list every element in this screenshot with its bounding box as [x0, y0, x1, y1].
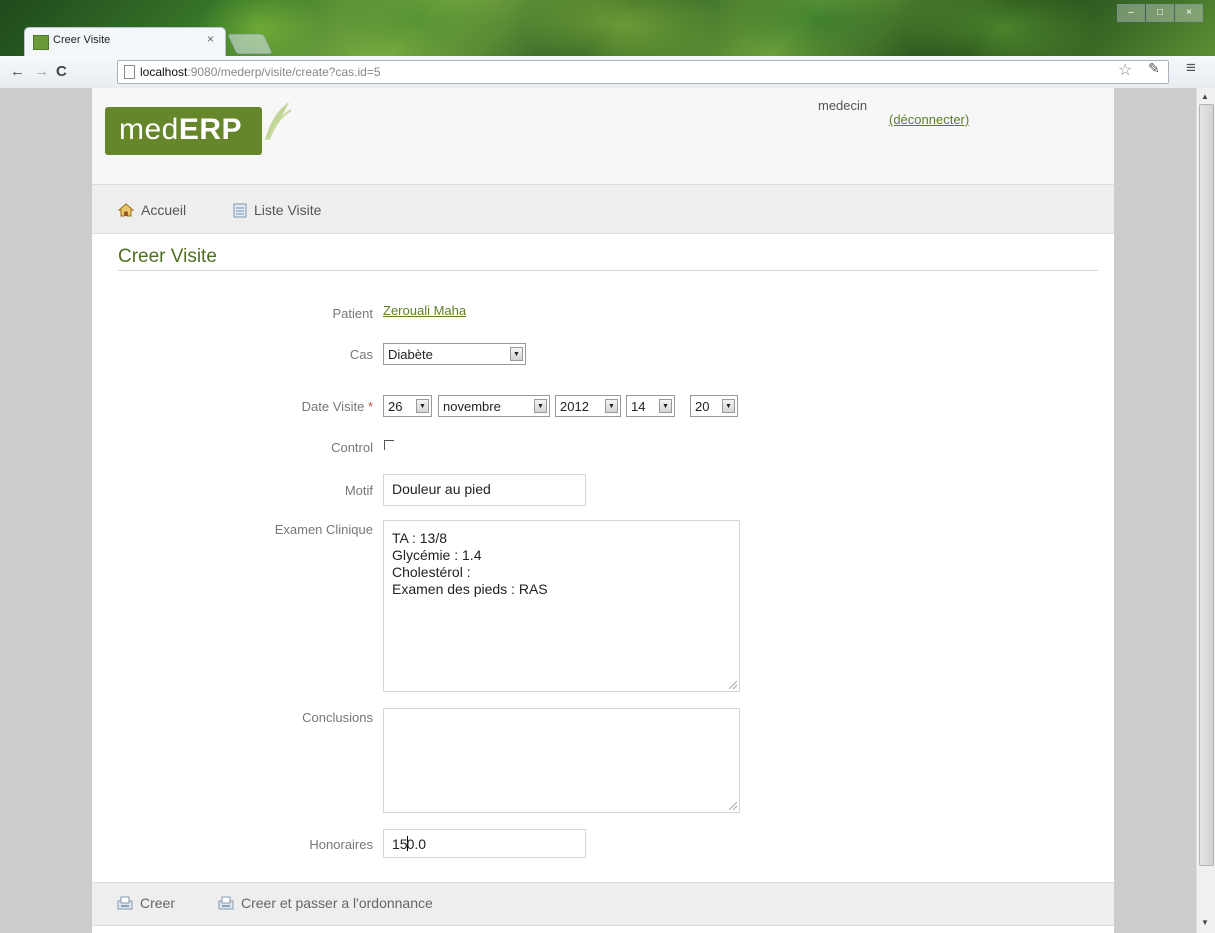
date-minute-select[interactable]: 20 ▼: [690, 395, 738, 417]
username-label: medecin: [818, 98, 868, 113]
date-minute-value: 20: [695, 399, 710, 414]
patient-link[interactable]: Zerouali Maha: [383, 303, 466, 318]
back-arrow-icon[interactable]: ←: [10, 63, 25, 80]
examen-line: TA : 13/8: [392, 530, 447, 546]
cas-select[interactable]: Diabète ▼: [383, 343, 526, 365]
control-checkbox[interactable]: [384, 440, 394, 450]
chevron-down-icon: ▼: [722, 399, 735, 413]
motif-label: Motif: [344, 483, 373, 498]
cas-select-value: Diabète: [388, 347, 433, 362]
date-month-select[interactable]: novembre ▼: [438, 395, 550, 417]
honoraires-input[interactable]: 150.0: [383, 829, 586, 858]
honoraires-value-before-caret: 15: [392, 836, 408, 852]
logo-text: medERP: [119, 113, 242, 147]
patient-label: Patient: [332, 306, 373, 321]
logo-text-bold: ERP: [178, 113, 243, 146]
new-tab-button[interactable]: [227, 34, 273, 54]
chevron-down-icon: ▼: [605, 399, 618, 413]
chevron-down-icon: ▼: [534, 399, 547, 413]
logout-link[interactable]: (déconnecter): [889, 112, 969, 127]
resize-grip-icon[interactable]: [729, 681, 737, 689]
create-button-label: Creer: [140, 895, 176, 911]
list-icon: [233, 203, 247, 218]
extension-icon[interactable]: ✎: [1148, 60, 1160, 77]
close-window-button[interactable]: ×: [1175, 4, 1203, 22]
window-controls: – □ ×: [1117, 4, 1203, 22]
required-marker: *: [367, 399, 373, 414]
maximize-button[interactable]: □: [1146, 4, 1174, 22]
url-host: localhost: [140, 65, 188, 79]
date-year-select[interactable]: 2012 ▼: [555, 395, 621, 417]
date-visite-label: Date Visite *: [143, 399, 373, 414]
page-icon: [124, 65, 135, 79]
url-text: localhost:9080/mederp/visite/create?cas.…: [140, 65, 381, 79]
address-bar[interactable]: localhost:9080/mederp/visite/create?cas.…: [117, 60, 1169, 84]
tab-close-icon[interactable]: ×: [207, 32, 214, 46]
scroll-up-arrow-icon[interactable]: ▲: [1201, 92, 1209, 101]
logo-leaf-icon: [265, 102, 292, 141]
date-day-select[interactable]: 26 ▼: [383, 395, 432, 417]
examen-clinique-text: TA : 13/8 Glycémie : 1.4 Cholestérol : E…: [392, 530, 548, 598]
browser-titlebar: Creer Visite × – □ ×: [0, 0, 1215, 57]
browser-tab[interactable]: Creer Visite ×: [24, 27, 226, 57]
motif-input-value: Douleur au pied: [392, 481, 491, 497]
browser-viewport: medERP medecin (déconnecter) Accueil Lis…: [0, 88, 1197, 933]
forward-arrow-icon[interactable]: →: [34, 63, 49, 80]
save-icon: [117, 896, 133, 910]
cas-label: Cas: [349, 347, 373, 362]
nav-list-label: Liste Visite: [254, 202, 322, 218]
minimize-button[interactable]: –: [1117, 4, 1145, 22]
save-icon: [218, 896, 234, 910]
date-year-value: 2012: [560, 399, 589, 414]
app-header: medERP medecin (déconnecter): [92, 88, 1114, 184]
examen-clinique-label: Examen Clinique: [274, 522, 373, 537]
browser-menu-icon[interactable]: ≡: [1186, 58, 1196, 78]
bookmark-star-icon[interactable]: ☆: [1118, 60, 1132, 80]
nav-home-label: Accueil: [141, 202, 187, 218]
nav-home-link[interactable]: Accueil: [118, 202, 186, 218]
honoraires-label: Honoraires: [309, 837, 373, 852]
control-label: Control: [331, 440, 373, 455]
create-and-prescribe-button[interactable]: Creer et passer a l'ordonnance: [218, 895, 433, 911]
page-title: Creer Visite: [118, 246, 217, 267]
scroll-down-arrow-icon[interactable]: ▼: [1201, 918, 1209, 927]
chevron-down-icon: ▼: [510, 347, 523, 361]
url-path: :9080/mederp/visite/create?cas.id=5: [187, 65, 381, 79]
create-button[interactable]: Creer: [117, 895, 175, 911]
scrollbar-thumb[interactable]: [1199, 104, 1214, 866]
date-hour-select[interactable]: 14 ▼: [626, 395, 675, 417]
page-container: medERP medecin (déconnecter) Accueil Lis…: [92, 88, 1114, 933]
motif-input[interactable]: Douleur au pied: [383, 474, 586, 506]
title-divider: [118, 270, 1098, 271]
form-actions-bar: Creer Creer et passer a l'ordonnance: [92, 882, 1114, 926]
date-visite-label-text: Date Visite: [301, 399, 365, 414]
date-day-value: 26: [388, 399, 403, 414]
tab-title: Creer Visite: [53, 34, 111, 46]
date-month-value: novembre: [443, 399, 501, 414]
create-and-prescribe-label: Creer et passer a l'ordonnance: [241, 895, 433, 911]
logo-text-light: med: [119, 113, 179, 146]
examen-line: Glycémie : 1.4: [392, 547, 482, 563]
chevron-down-icon: ▼: [416, 399, 429, 413]
browser-toolbar: ← → C localhost:9080/mederp/visite/creat…: [0, 56, 1215, 89]
honoraires-value-after-caret: 0.0: [406, 836, 427, 852]
examen-line: Examen des pieds : RAS: [392, 581, 548, 597]
mederp-logo[interactable]: medERP: [105, 107, 262, 155]
page-favicon-icon: [33, 35, 49, 50]
nav-bar: Accueil Liste Visite: [92, 184, 1114, 234]
honoraires-input-value: 150.0: [392, 836, 426, 852]
date-hour-value: 14: [631, 399, 646, 414]
chevron-down-icon: ▼: [659, 399, 672, 413]
nav-list-visits-link[interactable]: Liste Visite: [233, 202, 321, 218]
examen-line: Cholestérol :: [392, 564, 471, 580]
reload-icon[interactable]: C: [56, 63, 67, 80]
home-icon: [118, 203, 134, 217]
resize-grip-icon[interactable]: [729, 802, 737, 810]
examen-clinique-textarea[interactable]: TA : 13/8 Glycémie : 1.4 Cholestérol : E…: [383, 520, 740, 692]
conclusions-label: Conclusions: [302, 710, 373, 725]
conclusions-textarea[interactable]: [383, 708, 740, 813]
vertical-scrollbar[interactable]: ▲ ▼: [1196, 88, 1215, 933]
